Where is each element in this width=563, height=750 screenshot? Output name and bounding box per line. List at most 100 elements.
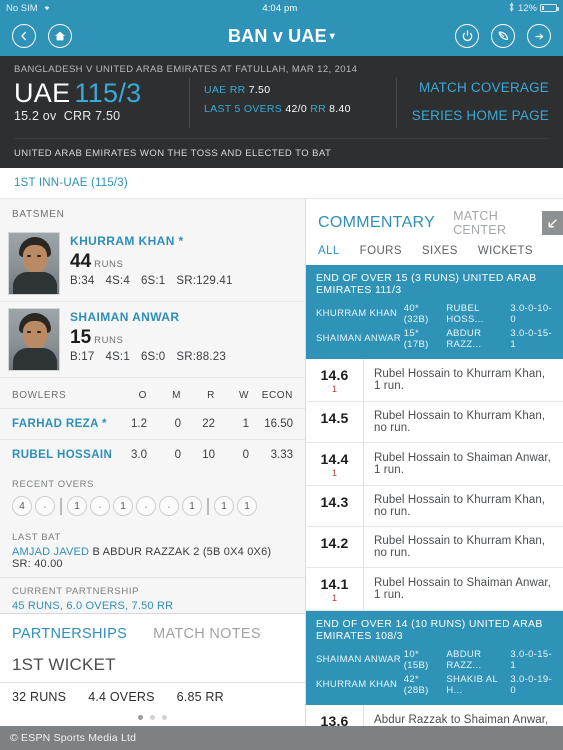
current-partnership-block: CURRENT PARTNERSHIP 45 RUNS, 6.0 OVERS, … [0,577,305,613]
share-button[interactable] [527,24,551,48]
bowler-name[interactable]: RUBEL HOSSAIN [12,449,113,461]
filter-sixes[interactable]: SIXES [422,245,458,257]
carrier-label: No SIM [6,2,38,14]
summary-batsman: SHAIMAN ANWAR [316,333,401,344]
tab-partnerships[interactable]: PARTNERSHIPS [12,614,127,651]
partnerships-tabs: PARTNERSHIPS MATCH NOTES [0,614,305,651]
last-bat-block: LAST BAT AMJAD JAVED B ABDUR RAZZAK 2 (5… [0,524,305,577]
series-home-page-link[interactable]: SERIES HOME PAGE [407,108,549,123]
home-icon [55,31,65,41]
batsman-row[interactable]: SHAIMAN ANWAR 15 RUNS B:17 4S:1 6S:0 SR:88.2… [0,302,305,378]
over-summary-row: KHURRAM KHAN 40* (32B) RUBEL HOSS... 3.0-0-… [316,301,553,326]
batsman-stats: B:34 4S:4 6S:1 SR:129.41 [70,275,233,287]
summary-bowler-figures: 3.0-0-19-0 [510,673,553,696]
carousel-dots[interactable] [0,713,305,726]
commentary-ball-row[interactable]: 14.6 1 Rubel Hossain to Khurram Khan, 1 ru… [306,359,563,402]
carousel-dot[interactable] [138,715,143,720]
summary-batsman: KHURRAM KHAN [316,308,398,319]
back-button[interactable] [12,24,36,48]
tab-match-notes[interactable]: MATCH NOTES [153,614,261,651]
commentary-ball-row[interactable]: 14.2 Rubel Hossain to Khurram Khan, no ru… [306,527,563,568]
last-bat-value: AMJAD JAVED B ABDUR RAZZAK 2 (5B 0X4 0X6… [12,546,293,570]
bowlers-col-r: R [207,390,215,401]
match-coverage-link[interactable]: MATCH COVERAGE [407,80,549,95]
commentary-list[interactable]: END OF OVER 15 (3 RUNS) UNITED ARAB EMIR… [306,265,563,726]
summary-bowler-figures: 3.0-0-15-1 [510,648,553,671]
batsman-name[interactable]: KHURRAM KHAN * [70,234,233,248]
ball-commentary-text: Rubel Hossain to Khurram Khan, no run. [374,410,546,434]
ball-runs-value: 1 [331,593,337,603]
over-summary-headline: END OF OVER 15 (3 RUNS) UNITED ARAB EMIR… [316,272,537,296]
commentary-ball-row[interactable]: 13.61 Abdur Razzak to Shaiman Anwar, 1 ru… [306,705,563,726]
batsman-avatar [8,308,60,371]
batsman-name[interactable]: SHAIMAN ANWAR [70,310,226,324]
scorecard-scroll[interactable]: BATSMEN KHURRAM KHAN * 44 RUNS B:34 4S:4 6S… [0,199,305,613]
current-partnership-value: 45 RUNS, 6.0 OVERS, 7.50 RR [12,600,174,612]
batsman-runs-unit: RUNS [94,259,124,270]
last5-rr-label: RR [310,103,326,115]
ball-outcome: 1 [67,496,87,516]
bowler-overs: 1.2 [131,418,147,430]
bowler-name[interactable]: FARHAD REZA * [12,418,113,430]
last-bat-name[interactable]: AMJAD JAVED [12,546,89,558]
last5-label: LAST 5 OVERS [204,103,283,115]
commentary-ball-row[interactable]: 14.4 1 Rubel Hossain to Shaiman Anwar, 1 r… [306,443,563,486]
bowler-row[interactable]: FARHAD REZA * 1.2 0 22 1 16.50 [0,408,305,439]
page-title-text: BAN v UAE [227,25,327,46]
commentary-ball-row[interactable]: 14.3 Rubel Hossain to Khurram Khan, no ru… [306,486,563,527]
bowler-economy: 16.50 [264,418,293,430]
refresh-button[interactable] [455,24,479,48]
wicket-run-rate: 6.85 RR [176,690,224,704]
status-bar: No SIM 4:04 pm 12% [0,0,563,16]
over-summary-table: SHAIMAN ANWAR 10* (15B) ABDUR RAZZ... 3.0-0… [316,647,553,697]
ball-over-number: 14.3 [320,494,349,510]
filter-all[interactable]: ALL [318,245,340,257]
wifi-icon [42,3,52,13]
batsman-runs-value: 15 [70,327,92,348]
batsman-row[interactable]: KHURRAM KHAN * 44 RUNS B:34 4S:4 6S:1 SR:129… [0,226,305,302]
carousel-dot[interactable] [162,715,167,720]
over-summary-table: KHURRAM KHAN 40* (32B) RUBEL HOSS... 3.0-0-… [316,301,553,351]
commentary-ball-row[interactable]: 14.1 1 Rubel Hossain to Shaiman Anwar, 1 r… [306,568,563,611]
ball-number-cell: 14.4 1 [306,443,364,485]
commentary-header: COMMENTARY MATCH CENTER [306,199,563,243]
ball-runs-value: 1 [331,468,337,478]
bowler-overs: 3.0 [131,449,147,461]
batsman-fours: 4S:4 [105,275,130,287]
last5-value: 42/0 [285,103,307,115]
filter-fours[interactable]: FOURS [360,245,402,257]
home-button[interactable] [48,24,72,48]
ball-number-cell: 13.61 [306,705,364,726]
notification-button[interactable] [491,24,515,48]
recent-overs-label: RECENT OVERS [12,479,94,490]
ball-outcome: 1 [113,496,133,516]
match-center-tab[interactable]: MATCH CENTER [453,209,542,237]
over-separator [207,497,209,515]
bowler-economy: 3.33 [270,449,293,461]
crr-value: 7.50 [95,109,121,123]
batsman-runs: 15 RUNS [70,327,226,349]
carousel-dot[interactable] [150,715,155,720]
summary-bowler: ABDUR RAZZ... [446,327,482,350]
batsman-runs-value: 44 [70,251,92,272]
innings-selector[interactable]: 1ST INN-UAE (115/3) [0,168,563,199]
filter-wickets[interactable]: WICKETS [478,245,533,257]
bowler-row[interactable]: RUBEL HOSSAIN 3.0 0 10 0 3.33 [0,439,305,470]
commentary-title: COMMENTARY [318,214,436,231]
commentary-ball-row[interactable]: 14.5 Rubel Hossain to Khurram Khan, no ru… [306,402,563,443]
team-score: 115/3 [74,78,142,108]
wicket-overs: 4.4 OVERS [88,690,155,704]
chevron-left-icon [21,31,26,41]
scorecard-panel: BATSMEN KHURRAM KHAN * 44 RUNS B:34 4S:4 6S… [0,199,305,726]
collapse-panel-button[interactable] [542,211,563,235]
battery-percent-label: 12% [517,2,537,14]
summary-batsman-score: 15* (17B) [403,327,429,350]
refresh-icon [462,29,472,41]
batsman-strike-rate: SR:88.23 [176,351,226,363]
copyright-label: © ESPN Sports Media Ltd [10,732,137,744]
batsman-runs-unit: RUNS [94,335,124,346]
over-summary-row: KHURRAM KHAN 42* (28B) SHAKIB AL H... 3.0-0… [316,672,553,697]
summary-bowler-figures: 3.0-0-15-1 [510,327,553,350]
last-five-overs-line: LAST 5 OVERS 42/0 RR 8.40 [204,103,396,115]
bowler-wickets: 0 [242,449,249,461]
